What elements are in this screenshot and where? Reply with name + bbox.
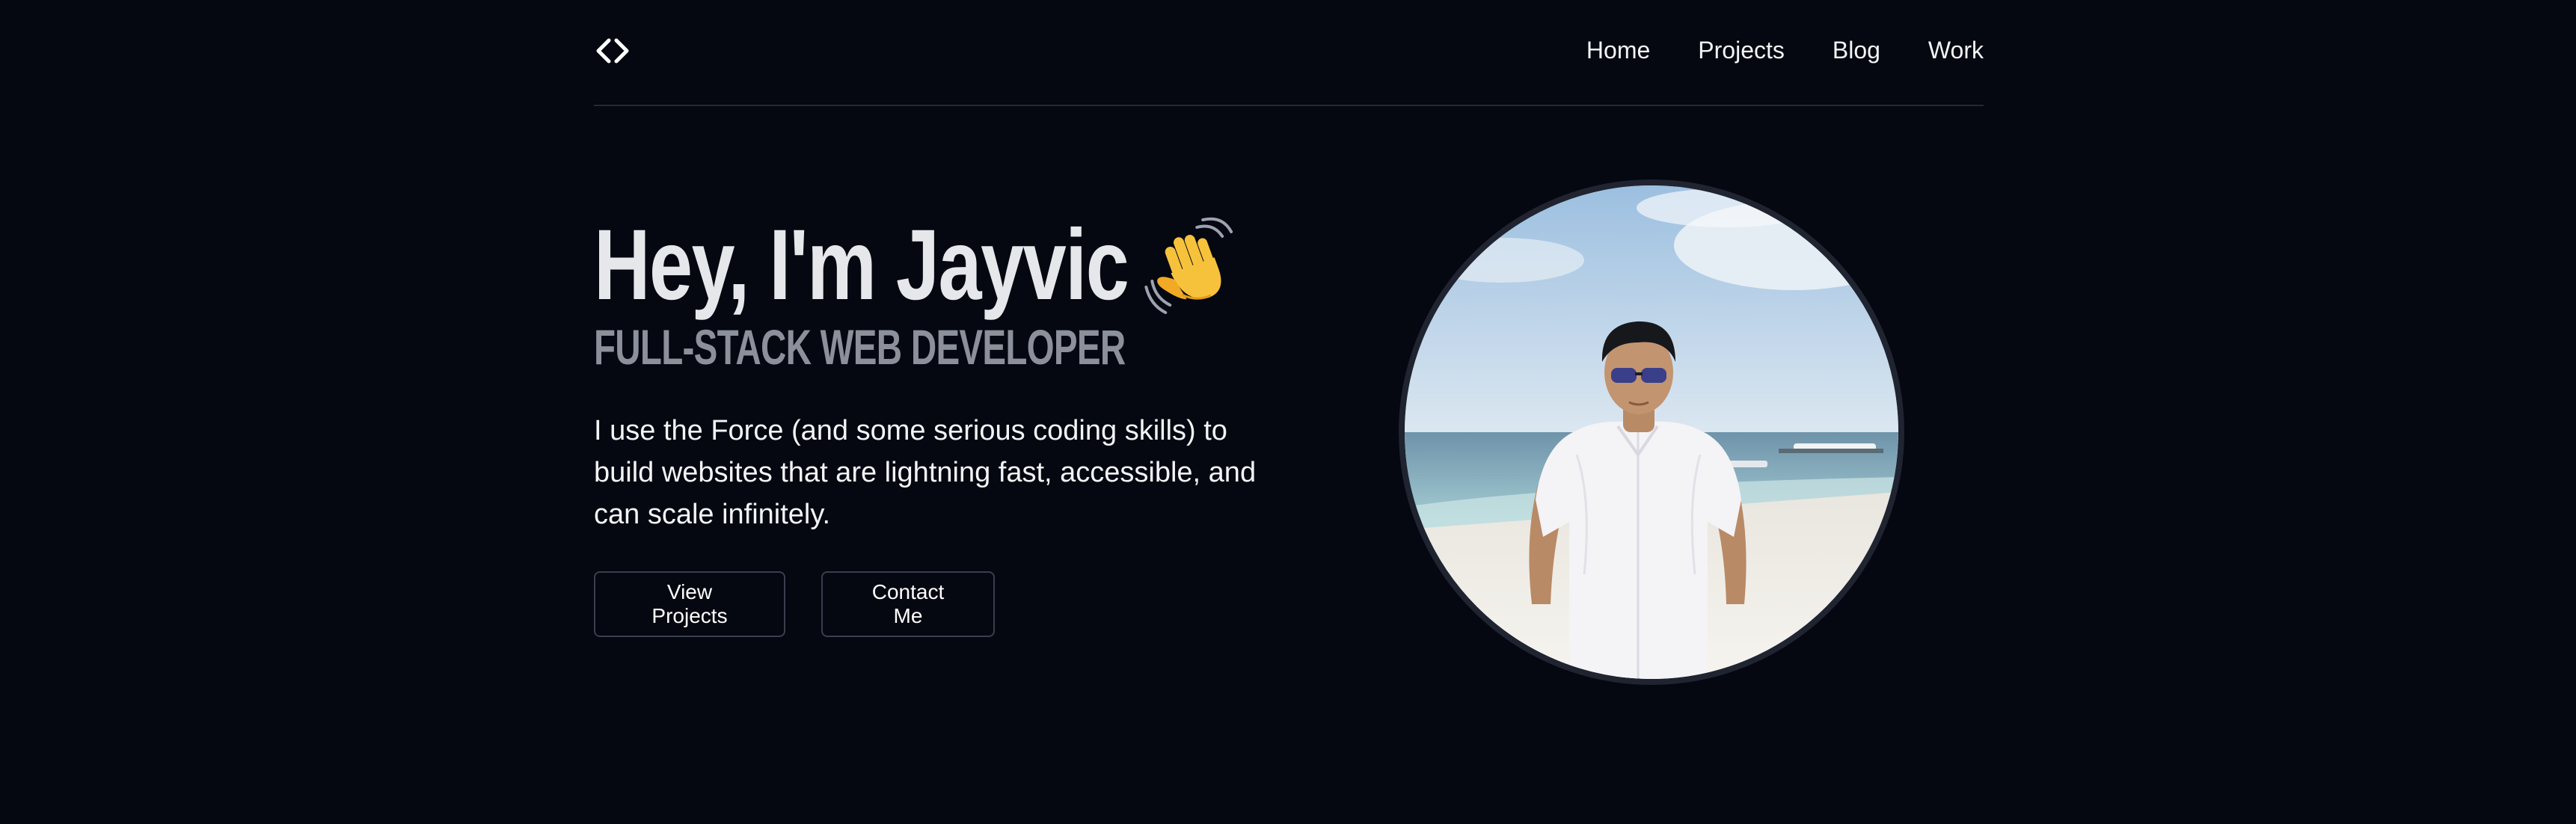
- nav-link-projects[interactable]: Projects: [1698, 31, 1785, 69]
- main-nav: Home Projects Blog Work: [1539, 31, 1984, 69]
- contact-me-button[interactable]: Contact Me: [821, 571, 995, 637]
- hero-title: Hey, I'm Jayvic: [594, 209, 1233, 322]
- view-projects-button[interactable]: View Projects: [594, 571, 785, 637]
- waving-hand-icon: [1144, 217, 1242, 314]
- nav-link-work[interactable]: Work: [1928, 31, 1984, 69]
- site-header: Home Projects Blog Work: [594, 0, 1984, 106]
- nav-link-blog[interactable]: Blog: [1833, 31, 1880, 69]
- profile-photo: [1399, 179, 1904, 685]
- cta-buttons: View Projects Contact Me: [594, 571, 1342, 637]
- hero-description: I use the Force (and some serious coding…: [594, 415, 1257, 530]
- hero-title-text: Hey, I'm Jayvic: [594, 209, 1129, 321]
- hero-subtitle: FULL-STACK WEB DEVELOPER: [594, 319, 1126, 375]
- nav-link-home[interactable]: Home: [1586, 31, 1650, 69]
- hero-section: Hey, I'm Jayvic FULL-STACK WEB DEVELOPER…: [594, 209, 1342, 637]
- code-brackets-icon[interactable]: [594, 36, 631, 66]
